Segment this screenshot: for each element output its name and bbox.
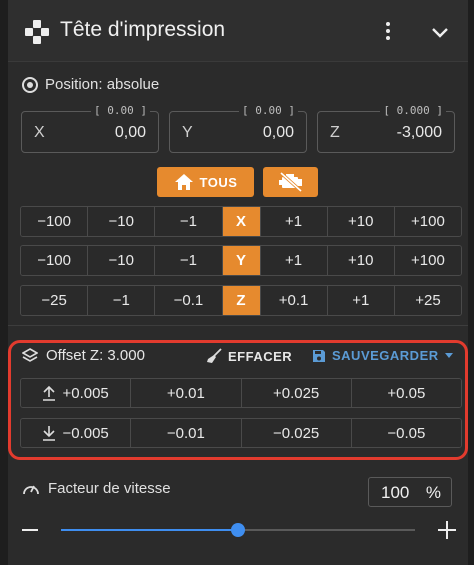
z-position-field[interactable]: [ 0.000 ] Z -3,000 — [317, 104, 455, 153]
engine-off-icon — [278, 172, 302, 192]
home-icon — [174, 174, 193, 190]
offset-up-0-01[interactable]: +0.01 — [131, 379, 242, 407]
speedometer-icon — [23, 485, 39, 494]
jog-z-plus-25[interactable]: +25 — [394, 286, 461, 315]
y-hint: [ 0.00 ] — [239, 104, 298, 117]
arrow-down-icon — [43, 426, 56, 441]
offset-down-0-01[interactable]: −0.01 — [131, 419, 242, 447]
panel-title: Tête d'impression — [60, 18, 226, 41]
jog-x-minus-1[interactable]: −1 — [155, 207, 223, 236]
speed-factor-value: 100 — [381, 483, 410, 502]
jog-z-plus-0-1[interactable]: +0.1 — [260, 286, 328, 315]
speed-slider-fill — [61, 529, 238, 531]
z-offset-label: Offset Z: 3.000 — [22, 347, 145, 364]
panel-header: Tête d'impression — [8, 0, 468, 62]
decrease-speed-button[interactable] — [22, 529, 38, 531]
speed-slider-thumb[interactable] — [231, 523, 245, 537]
chevron-down-icon[interactable] — [428, 20, 452, 44]
clear-offset-button[interactable]: EFFACER — [206, 348, 292, 364]
jog-z-minus-25[interactable]: −25 — [21, 286, 89, 315]
gamepad-icon — [25, 20, 49, 44]
jog-y-plus-100[interactable]: +100 — [394, 246, 461, 275]
jog-x-minus-10[interactable]: −10 — [88, 207, 156, 236]
jog-z-plus-1[interactable]: +1 — [327, 286, 395, 315]
z-hint: [ 0.000 ] — [380, 104, 446, 117]
caret-down-icon — [444, 352, 453, 358]
arrow-up-icon — [43, 385, 56, 401]
section-divider — [8, 325, 468, 326]
position-mode-label: Position: absolue — [22, 76, 159, 93]
jog-x-plus-10[interactable]: +10 — [327, 207, 395, 236]
offset-up-0-005[interactable]: +0.005 — [21, 379, 132, 407]
jog-y-plus-10[interactable]: +10 — [327, 246, 395, 275]
jog-y-minus-100[interactable]: −100 — [21, 246, 89, 275]
offset-down-0-005[interactable]: −0.005 — [21, 419, 132, 447]
offset-down-0-025[interactable]: −0.025 — [241, 419, 352, 447]
speed-factor-input[interactable]: 100 % — [368, 477, 452, 507]
layers-icon — [22, 347, 38, 362]
y-value: 0,00 — [262, 124, 294, 141]
jog-x-minus-100[interactable]: −100 — [21, 207, 89, 236]
jog-y-minus-1[interactable]: −1 — [155, 246, 223, 275]
x-position-field[interactable]: [ 0.00 ] X 0,00 — [21, 104, 159, 153]
jog-row-x: −100 −10 −1 X +1 +10 +100 — [20, 206, 462, 237]
increase-speed-button[interactable] — [438, 521, 456, 539]
offset-up-row: +0.005 +0.01 +0.025 +0.05 — [20, 378, 462, 408]
offset-down-row: −0.005 −0.01 −0.025 −0.05 — [20, 418, 462, 448]
speed-factor-unit: % — [425, 483, 441, 502]
floppy-disk-icon — [313, 349, 325, 362]
crosshair-icon — [22, 76, 38, 93]
x-value: 0,00 — [114, 124, 146, 141]
z-value: -3,000 — [396, 124, 442, 141]
home-all-button[interactable]: TOUS — [157, 167, 254, 197]
home-x-button[interactable]: X — [222, 207, 261, 236]
jog-x-plus-1[interactable]: +1 — [260, 207, 328, 236]
jog-z-minus-1[interactable]: −1 — [88, 286, 156, 315]
broom-icon — [207, 348, 222, 363]
home-y-button[interactable]: Y — [222, 246, 261, 275]
jog-z-minus-0-1[interactable]: −0.1 — [155, 286, 223, 315]
z-axis-label: Z — [330, 124, 340, 141]
x-hint: [ 0.00 ] — [91, 104, 150, 117]
home-all-label: TOUS — [199, 174, 238, 190]
more-options-icon[interactable] — [378, 19, 398, 43]
save-offset-button[interactable]: SAUVEGARDER — [312, 348, 453, 363]
offset-up-0-025[interactable]: +0.025 — [241, 379, 352, 407]
x-axis-label: X — [34, 124, 45, 141]
jog-row-z: −25 −1 −0.1 Z +0.1 +1 +25 — [20, 285, 462, 316]
y-position-field[interactable]: [ 0.00 ] Y 0,00 — [169, 104, 307, 153]
motors-off-button[interactable] — [263, 167, 318, 197]
jog-row-y: −100 −10 −1 Y +1 +10 +100 — [20, 245, 462, 276]
offset-down-0-05[interactable]: −0.05 — [351, 419, 461, 447]
jog-x-plus-100[interactable]: +100 — [394, 207, 461, 236]
offset-up-0-05[interactable]: +0.05 — [351, 379, 461, 407]
y-axis-label: Y — [182, 124, 193, 141]
jog-y-plus-1[interactable]: +1 — [260, 246, 328, 275]
speed-factor-label: Facteur de vitesse — [22, 480, 171, 497]
jog-y-minus-10[interactable]: −10 — [88, 246, 156, 275]
home-z-button[interactable]: Z — [222, 286, 261, 315]
toolhead-panel: Tête d'impression Position: absolue [ 0.… — [8, 0, 468, 565]
